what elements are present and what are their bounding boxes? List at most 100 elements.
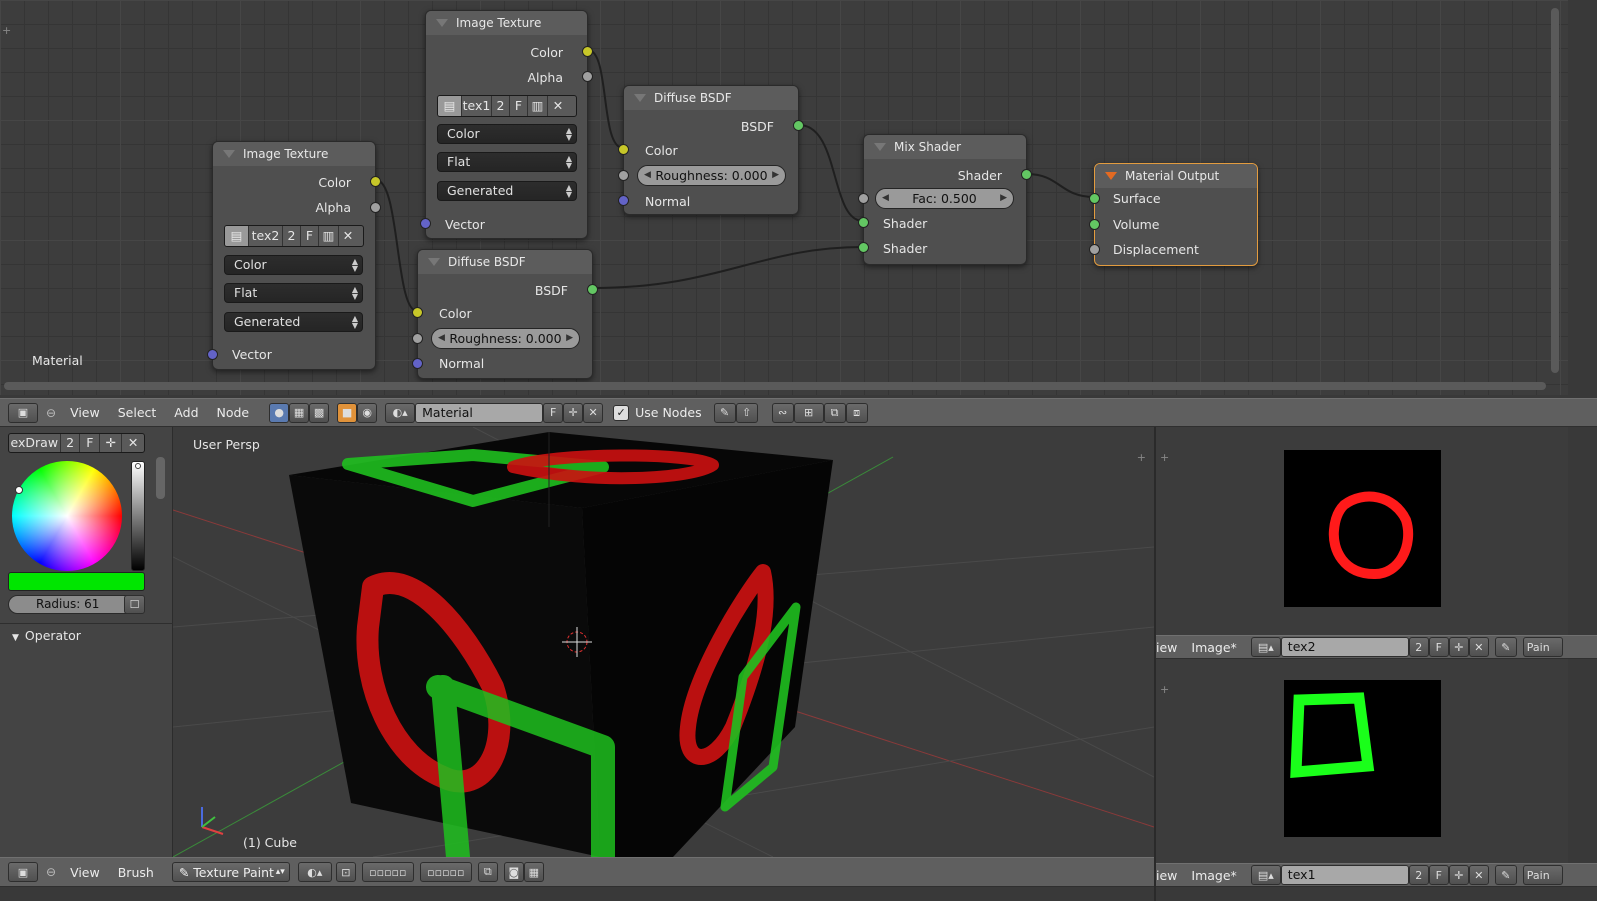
- collapse-icon[interactable]: [1105, 172, 1117, 180]
- snap-element-icon[interactable]: ⊞: [793, 402, 824, 423]
- bsdf-output-socket[interactable]: [587, 284, 598, 295]
- extension-dropdown[interactable]: Generated ▲ ▼: [224, 312, 363, 332]
- image-name[interactable]: tex2: [249, 226, 283, 246]
- image-menu[interactable]: Image*: [1191, 868, 1236, 883]
- image-texture-node-tex1[interactable]: Image Texture Color Alpha ▤ tex1 2 F ▥ ✕…: [420, 10, 593, 239]
- diffuse-bsdf-node-1[interactable]: Diffuse BSDF BSDF Color ◀ Roughness: 0.00…: [618, 85, 804, 215]
- collapse-icon[interactable]: [874, 143, 886, 151]
- roughness-input-socket[interactable]: [618, 170, 629, 181]
- layers-widget-2[interactable]: ▫▫▫▫▫: [419, 862, 472, 882]
- use-nodes-checkbox[interactable]: ✓: [613, 404, 630, 421]
- render-animation-icon[interactable]: ▦: [523, 862, 544, 882]
- color-input-socket[interactable]: [412, 307, 423, 318]
- unlink-brush-icon[interactable]: ✕: [122, 434, 144, 452]
- new-image-icon[interactable]: ✛: [1448, 637, 1469, 657]
- roughness-slider[interactable]: ◀ Roughness: 0.000 ▶: [431, 328, 580, 349]
- bsdf-output-socket[interactable]: [793, 120, 804, 131]
- region-toggle-icon[interactable]: +: [1160, 451, 1169, 464]
- shader-nodes-icon[interactable]: ●: [269, 402, 290, 423]
- image-selector[interactable]: ▤ tex1 2 F ▥ ✕: [437, 95, 577, 117]
- editor-type-icon[interactable]: ▣: [8, 402, 38, 423]
- surface-input-socket[interactable]: [1089, 193, 1100, 204]
- region-expand-icon[interactable]: +: [2, 24, 11, 37]
- diffuse-bsdf-node-2[interactable]: Diffuse BSDF BSDF Color ◀ Roughness: 0.00…: [412, 249, 598, 379]
- layers-widget[interactable]: ▫▫▫▫▫: [361, 862, 414, 882]
- color-wheel-cursor[interactable]: [15, 486, 23, 494]
- open-image-icon[interactable]: ▥: [528, 96, 548, 116]
- unlink-icon[interactable]: ✕: [339, 226, 357, 246]
- image-name[interactable]: tex1: [462, 96, 492, 116]
- new-image-icon[interactable]: ✛: [1448, 865, 1469, 885]
- view-menu-partial[interactable]: iew: [1156, 640, 1177, 655]
- material-browse-icon[interactable]: ◐▴: [385, 402, 416, 423]
- displacement-input-socket[interactable]: [1089, 244, 1100, 255]
- material-output-node[interactable]: Material Output Surface Volume Displacem…: [1089, 163, 1258, 266]
- texture-nodes-icon[interactable]: ▩: [309, 402, 330, 423]
- pressure-toggle-icon[interactable]: ☐: [124, 595, 145, 614]
- mode-dropdown[interactable]: ✎ Texture Paint ▴▾: [171, 862, 290, 882]
- shader1-input-socket[interactable]: [858, 217, 869, 228]
- pin-image-icon[interactable]: ✎: [1494, 865, 1517, 885]
- pivot-point-icon[interactable]: ⊡: [335, 862, 356, 882]
- render-preview-icon[interactable]: ◙: [503, 862, 524, 882]
- image-canvas-tex1[interactable]: [1284, 680, 1441, 837]
- extension-dropdown[interactable]: Generated ▲ ▼: [437, 181, 577, 201]
- add-brush-icon[interactable]: ✛: [100, 434, 123, 452]
- compositing-nodes-icon[interactable]: ▦: [289, 402, 310, 423]
- collapse-icon[interactable]: [223, 150, 235, 158]
- snap-icon[interactable]: ∾: [771, 402, 794, 423]
- vertical-scrollbar[interactable]: [1551, 8, 1559, 373]
- menu-select[interactable]: Select: [118, 405, 157, 420]
- roughness-slider[interactable]: ◀ Roughness: 0.000 ▶: [637, 165, 786, 186]
- image-browse-icon[interactable]: ▤: [438, 96, 462, 116]
- image-name-field[interactable]: tex1: [1280, 865, 1409, 885]
- image-name-field[interactable]: tex2: [1280, 637, 1409, 657]
- color-wheel[interactable]: [12, 461, 122, 571]
- vector-input-socket[interactable]: [207, 349, 218, 360]
- unlink-material-icon[interactable]: ✕: [583, 402, 604, 423]
- material-name-field[interactable]: Material: [415, 402, 544, 423]
- image-editor-tex2[interactable]: +: [1156, 427, 1568, 635]
- volume-input-socket[interactable]: [1089, 219, 1100, 230]
- region-toggle-icon[interactable]: +: [1137, 451, 1146, 464]
- menu-view[interactable]: View: [70, 405, 100, 420]
- 3d-viewport[interactable]: User Persp (1) Cube +: [173, 427, 1154, 857]
- collapse-icon[interactable]: [634, 94, 646, 102]
- object-shader-icon[interactable]: ■: [337, 402, 358, 423]
- shader2-input-socket[interactable]: [858, 242, 869, 253]
- material-fake-user-button[interactable]: F: [543, 402, 564, 423]
- brush-color-swatch[interactable]: [8, 572, 145, 591]
- mix-shader-node[interactable]: Mix Shader Shader ◀ Fac: 0.500 ▶ Shader Sh…: [858, 134, 1032, 265]
- paint-mode-dropdown[interactable]: Pain: [1522, 637, 1563, 657]
- shader-output-socket[interactable]: [1021, 169, 1032, 180]
- collapse-menus-icon[interactable]: ⊖: [46, 406, 56, 420]
- normal-input-socket[interactable]: [618, 195, 629, 206]
- roughness-input-socket[interactable]: [412, 333, 423, 344]
- view-menu-partial[interactable]: iew: [1156, 868, 1177, 883]
- image-fake-user-button[interactable]: F: [1428, 865, 1449, 885]
- fake-user-button[interactable]: F: [510, 96, 528, 116]
- color-space-dropdown[interactable]: Color ▲ ▼: [437, 124, 577, 144]
- image-fake-user-button[interactable]: F: [1428, 637, 1449, 657]
- paint-mode-dropdown[interactable]: Pain: [1522, 865, 1563, 885]
- color-space-dropdown[interactable]: Color ▲ ▼: [224, 255, 363, 275]
- tool-shelf-scrollbar[interactable]: [156, 457, 165, 499]
- alpha-output-socket[interactable]: [370, 202, 381, 213]
- image-browse-icon[interactable]: ▤▴: [1250, 637, 1281, 657]
- image-browse-icon[interactable]: ▤: [225, 226, 249, 246]
- pin-image-icon[interactable]: ✎: [1494, 637, 1517, 657]
- new-material-icon[interactable]: ✛: [563, 402, 584, 423]
- world-shader-icon[interactable]: ◉: [357, 402, 378, 423]
- collapse-menus-icon[interactable]: ⊖: [46, 865, 56, 879]
- node-editor-canvas[interactable]: + Image Texture Color Alpha ▤ tex1 2 F ▥…: [0, 0, 1568, 395]
- render-layer-icon[interactable]: ⧉: [477, 862, 498, 882]
- image-selector[interactable]: ▤ tex2 2 F ▥ ✕: [224, 225, 364, 247]
- paste-nodes-icon[interactable]: ⧈: [845, 402, 868, 423]
- unlink-image-icon[interactable]: ✕: [1468, 865, 1489, 885]
- fac-slider[interactable]: ◀ Fac: 0.500 ▶: [875, 188, 1014, 209]
- color-input-socket[interactable]: [618, 144, 629, 155]
- color-output-socket[interactable]: [582, 46, 593, 57]
- parent-node-tree-icon[interactable]: ⇧: [735, 402, 758, 423]
- collapse-icon[interactable]: [428, 258, 440, 266]
- brush-name[interactable]: exDraw: [9, 434, 61, 452]
